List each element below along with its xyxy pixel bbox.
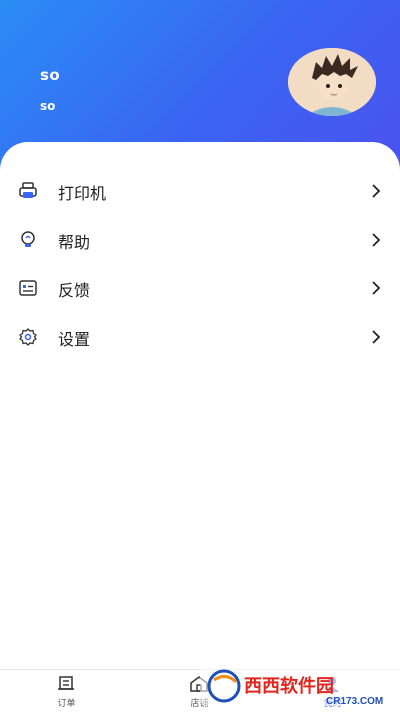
- store-icon: [189, 675, 209, 693]
- tab-store[interactable]: 店铺: [133, 670, 266, 712]
- menu-item-printer[interactable]: 打印机: [0, 167, 400, 215]
- menu-label-printer: 打印机: [58, 184, 107, 203]
- menu-label-help: 帮助: [58, 233, 91, 252]
- help-icon: [18, 230, 38, 250]
- printer-icon: [18, 181, 38, 201]
- menu-label-settings: 设置: [58, 330, 91, 349]
- chevron-right-icon: [368, 183, 384, 199]
- order-icon: [56, 675, 76, 693]
- tab-label-store: 店铺: [190, 699, 209, 709]
- menu-item-settings[interactable]: 设置: [0, 313, 400, 361]
- menu-item-feedback[interactable]: 反馈: [0, 264, 400, 312]
- chevron-right-icon: [368, 232, 384, 248]
- tab-label-order: 订单: [57, 699, 76, 709]
- feedback-icon: [18, 278, 38, 298]
- tab-order[interactable]: 订单: [0, 670, 133, 712]
- menu-item-help[interactable]: 帮助: [0, 216, 400, 264]
- tab-label-profile: 我的: [323, 699, 342, 709]
- bottom-tab-bar: 订单 店铺 我的: [0, 669, 400, 712]
- menu-panel: 打印机 帮助 反馈 设置: [0, 142, 400, 669]
- settings-icon: [18, 327, 38, 347]
- avatar[interactable]: [288, 48, 376, 116]
- profile-icon: [322, 675, 342, 693]
- user-name: so: [40, 66, 61, 84]
- chevron-right-icon: [368, 329, 384, 345]
- avatar-image: [288, 48, 376, 116]
- user-subtitle: so: [40, 99, 56, 113]
- tab-profile[interactable]: 我的: [266, 670, 399, 712]
- menu-label-feedback: 反馈: [58, 281, 91, 300]
- chevron-right-icon: [368, 280, 384, 296]
